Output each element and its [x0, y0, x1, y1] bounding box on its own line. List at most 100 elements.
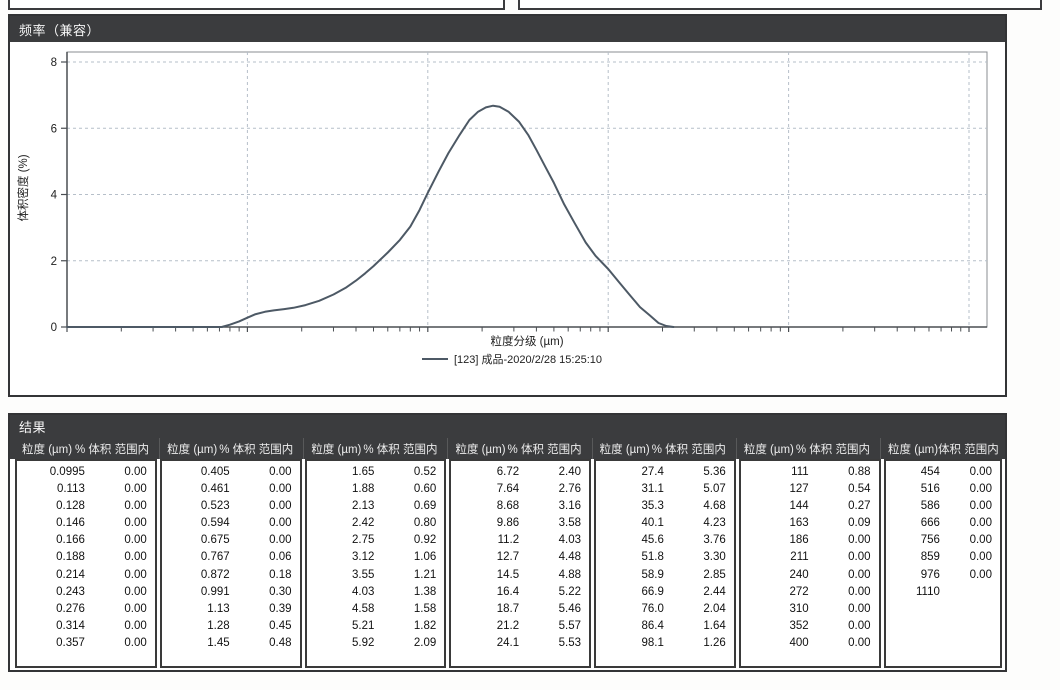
table-row: 16.45.22: [451, 584, 589, 601]
size-cell: 211: [741, 549, 821, 566]
table-row: 5.922.09: [307, 635, 445, 652]
volume-cell: 0.00: [97, 584, 155, 601]
volume-cell: 4.48: [531, 549, 589, 566]
table-row: 12.74.48: [451, 549, 589, 566]
volume-cell: 0.45: [242, 618, 300, 635]
table-row: 6.722.40: [451, 464, 589, 481]
top-partial-panel-right: [518, 0, 1042, 10]
size-cell: 240: [741, 567, 821, 584]
size-cell: 0.113: [17, 481, 97, 498]
volume-cell: 0.00: [97, 481, 155, 498]
size-cell: 35.3: [596, 498, 676, 515]
table-row: 0.4610.00: [162, 481, 300, 498]
table-row: 21.25.57: [451, 618, 589, 635]
size-cell: 586: [886, 498, 952, 515]
results-table: 0.09950.000.1130.000.1280.000.1460.000.1…: [10, 459, 1005, 668]
results-group-header: 粒度 (µm)% 体积 范围内: [303, 438, 444, 459]
volume-cell: 5.22: [531, 584, 589, 601]
size-cell: 516: [886, 481, 952, 498]
legend-label: [123] 成品-2020/2/28 15:25:10: [454, 351, 602, 367]
size-cell: 5.21: [307, 618, 387, 635]
size-cell: 666: [886, 515, 952, 532]
size-cell: 11.2: [451, 532, 531, 549]
size-cell: 24.1: [451, 635, 531, 652]
table-row: 5.211.82: [307, 618, 445, 635]
volume-cell: 4.68: [676, 498, 734, 515]
table-row: 0.1280.00: [17, 498, 155, 515]
table-row: 9.863.58: [451, 515, 589, 532]
volume-cell: 0.69: [386, 498, 444, 515]
size-cell: 454: [886, 464, 952, 481]
table-row: 0.2760.00: [17, 601, 155, 618]
size-cell: 5.92: [307, 635, 387, 652]
frequency-chart-panel: 频率（兼容） 024680.11.010.0100.01,000.010,000…: [8, 14, 1007, 397]
chart-area: 024680.11.010.0100.01,000.010,000.0 体积密度…: [10, 42, 1005, 393]
volume-cell: 0.00: [952, 481, 1000, 498]
size-cell: 0.767: [162, 549, 242, 566]
table-row: 1.650.52: [307, 464, 445, 481]
y-tick-label: 4: [51, 190, 58, 202]
results-group-header: 粒度 (µm)体积 范围内: [880, 438, 1002, 459]
table-row: 0.5940.00: [162, 515, 300, 532]
size-cell: 3.55: [307, 567, 387, 584]
size-cell: 27.4: [596, 464, 676, 481]
volume-in-range-column-header: % 体积 范围内: [75, 441, 149, 457]
volume-cell: 3.58: [531, 515, 589, 532]
size-cell: 0.166: [17, 532, 97, 549]
table-row: 5860.00: [886, 498, 1000, 515]
size-cell: 163: [741, 515, 821, 532]
volume-cell: [952, 584, 1000, 601]
size-cell: 0.146: [17, 515, 97, 532]
volume-cell: 0.00: [821, 567, 879, 584]
table-row: 0.7670.06: [162, 549, 300, 566]
plot-border: [67, 52, 987, 327]
volume-cell: 1.26: [676, 635, 734, 652]
table-row: 0.3570.00: [17, 635, 155, 652]
volume-cell: 0.39: [242, 601, 300, 618]
volume-cell: 0.00: [97, 567, 155, 584]
size-cell: 0.872: [162, 567, 242, 584]
size-column-header: 粒度 (µm): [311, 441, 361, 457]
volume-cell: 5.36: [676, 464, 734, 481]
volume-cell: 0.00: [821, 532, 879, 549]
table-row: 35.34.68: [596, 498, 734, 515]
table-row: 3520.00: [741, 618, 879, 635]
table-row: 51.83.30: [596, 549, 734, 566]
size-cell: 66.9: [596, 584, 676, 601]
volume-cell: 0.00: [242, 481, 300, 498]
size-cell: 76.0: [596, 601, 676, 618]
table-row: 0.9910.30: [162, 584, 300, 601]
volume-cell: 0.00: [952, 464, 1000, 481]
volume-cell: 0.00: [97, 515, 155, 532]
volume-cell: 0.27: [821, 498, 879, 515]
size-cell: 0.991: [162, 584, 242, 601]
y-tick-label: 2: [51, 256, 57, 268]
table-row: 3100.00: [741, 601, 879, 618]
size-cell: 4.58: [307, 601, 387, 618]
volume-cell: 0.00: [952, 549, 1000, 566]
size-cell: 0.243: [17, 584, 97, 601]
table-row: 2720.00: [741, 584, 879, 601]
size-cell: 0.314: [17, 618, 97, 635]
volume-cell: 0.00: [97, 549, 155, 566]
table-row: 1440.27: [741, 498, 879, 515]
results-group-header: 粒度 (µm)% 体积 范围内: [736, 438, 877, 459]
table-row: 2.420.80: [307, 515, 445, 532]
size-column-header: 粒度 (µm): [888, 441, 938, 457]
table-row: 0.09950.00: [17, 464, 155, 481]
volume-cell: 0.00: [821, 618, 879, 635]
size-cell: 9.86: [451, 515, 531, 532]
table-row: 27.45.36: [596, 464, 734, 481]
table-row: 31.15.07: [596, 481, 734, 498]
table-row: 7560.00: [886, 532, 1000, 549]
table-row: 3.551.21: [307, 567, 445, 584]
results-group-box: 0.4050.000.4610.000.5230.000.5940.000.67…: [160, 459, 302, 668]
size-cell: 186: [741, 532, 821, 549]
size-cell: 400: [741, 635, 821, 652]
size-cell: 1.88: [307, 481, 387, 498]
size-cell: 45.6: [596, 532, 676, 549]
size-cell: 8.68: [451, 498, 531, 515]
size-column-header: 粒度 (µm): [744, 441, 794, 457]
size-cell: 127: [741, 481, 821, 498]
table-row: 0.1660.00: [17, 532, 155, 549]
